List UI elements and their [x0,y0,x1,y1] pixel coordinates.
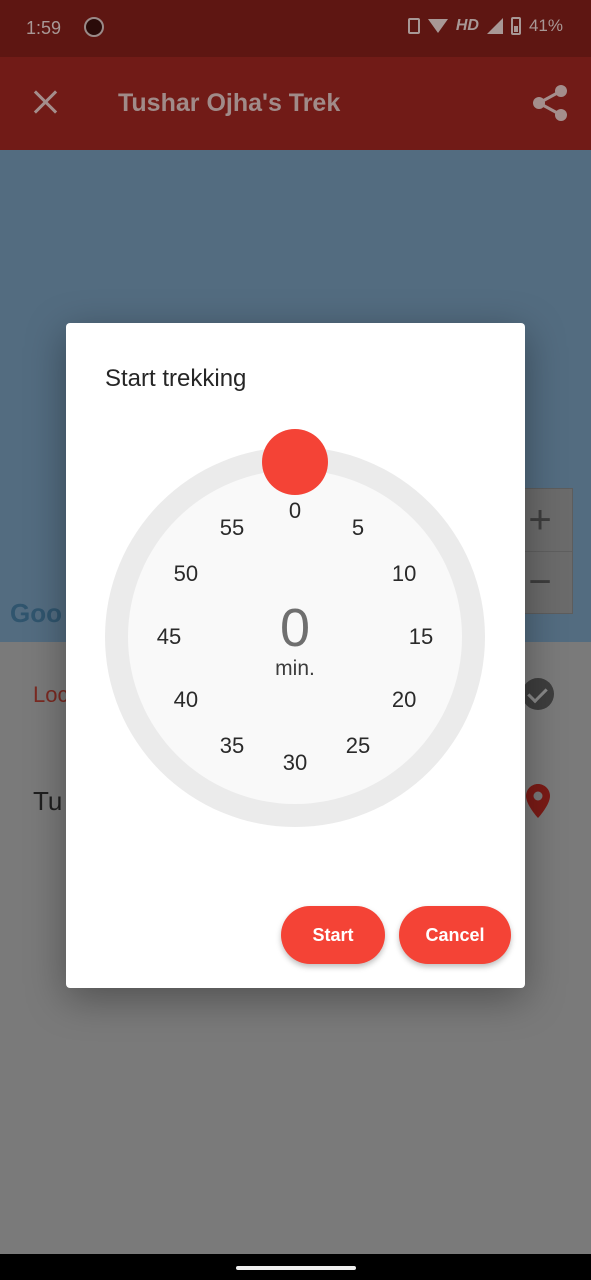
location-label: Loc [33,682,69,707]
start-button[interactable]: Start [281,906,385,964]
dial-number[interactable]: 20 [384,687,424,713]
dial-number[interactable]: 10 [384,561,424,587]
minute-dial[interactable]: 0 min. 0 5 10 15 20 25 30 35 40 45 50 55 [105,429,485,827]
start-trekking-dialog: Start trekking 0 min. 0 5 10 15 20 25 30 35 40 45… [66,323,525,988]
vibrate-icon [407,18,420,34]
dial-number[interactable]: 0 [275,498,315,524]
dial-number[interactable]: 35 [212,733,252,759]
status-icons: HD 41% [407,16,563,36]
app-bar: Tushar Ojha's Trek [0,57,591,150]
dialog-title: Start trekking [105,365,247,392]
share-icon[interactable] [531,83,569,123]
dial-number[interactable]: 25 [338,733,378,759]
close-icon[interactable] [28,85,64,121]
dial-number[interactable]: 5 [338,515,378,541]
location-pin-icon[interactable] [526,784,550,818]
trek-name-label: Tu [33,786,63,816]
navigation-bar [0,1254,591,1280]
dial-number[interactable]: 15 [401,624,441,650]
dial-number[interactable]: 30 [275,750,315,776]
wifi-icon [427,19,448,33]
status-time: 1:59 [26,18,62,38]
dial-number[interactable]: 45 [149,624,189,650]
dial-number[interactable]: 55 [212,515,252,541]
dial-number[interactable]: 50 [166,561,206,587]
google-logo: Goo [10,598,62,628]
home-gesture-handle[interactable] [236,1266,356,1270]
notification-app-icon [84,17,104,37]
status-bar: 1:59 HD 41% [0,0,591,57]
page-title: Tushar Ojha's Trek [118,89,341,117]
network-type-label: HD [455,17,479,34]
battery-icon [510,17,521,35]
minutes-unit-label: min. [275,657,315,680]
dial-number[interactable]: 40 [166,687,206,713]
selected-minutes-value: 0 [279,598,311,658]
signal-icon [486,18,503,34]
check-circle-icon[interactable] [522,678,554,710]
dial-handle[interactable] [262,429,328,495]
cancel-button[interactable]: Cancel [399,906,511,964]
battery-percent: 41% [528,16,563,35]
